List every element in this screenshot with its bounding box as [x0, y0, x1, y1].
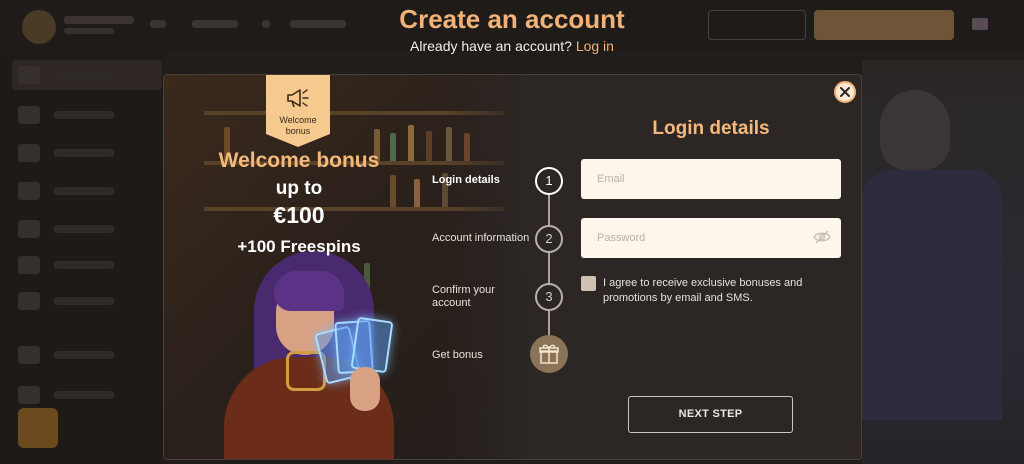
signup-steps: Login details 1 Account information 2 Co… [430, 167, 580, 377]
gift-icon [539, 344, 559, 364]
banner-figure [862, 170, 1002, 420]
step-label-1: Login details [432, 174, 500, 186]
login-link[interactable]: Log in [576, 38, 614, 54]
login-prompt: Already have an account? Log in [0, 38, 1024, 54]
email-field[interactable]: Email [581, 159, 841, 199]
sidebar-item [18, 182, 128, 200]
sidebar-item [18, 106, 128, 124]
playing-card [350, 316, 394, 374]
step-number-2: 2 [535, 225, 563, 253]
consent-checkbox[interactable] [581, 276, 596, 291]
banner-figure-head [880, 90, 950, 170]
character-hand [350, 367, 380, 411]
step-number-1: 1 [535, 167, 563, 195]
bonus-amount: €100 [273, 202, 325, 228]
step-label-2: Account information [432, 232, 530, 244]
ribbon-label: Welcome bonus [279, 115, 317, 136]
sidebar-item [18, 346, 128, 364]
step-label-4: Get bonus [432, 349, 483, 361]
step-number-3: 3 [535, 283, 563, 311]
bottle [408, 125, 414, 161]
sidebar-item [18, 386, 128, 404]
bonus-up-to: up to [275, 178, 323, 199]
sidebar-item [18, 144, 128, 162]
form-title: Login details [652, 118, 770, 139]
password-field[interactable]: Password [581, 218, 841, 258]
password-placeholder: Password [597, 232, 646, 244]
bottle [426, 131, 432, 161]
bottle [414, 179, 420, 207]
steps-connector [548, 181, 550, 353]
game-thumbnail [18, 408, 58, 448]
sidebar-item [18, 66, 128, 84]
close-icon [840, 87, 850, 97]
signup-modal: Welcome bonus Welcome bonus up to €100 +… [163, 74, 862, 460]
close-button[interactable] [834, 81, 856, 103]
eye-off-icon[interactable] [813, 230, 831, 244]
megaphone-icon [287, 89, 309, 108]
bonus-freespins: +100 Freespins [237, 237, 361, 256]
bonus-title: Welcome bonus [218, 149, 380, 172]
step-label-3: Confirm your account [432, 284, 495, 309]
consent-text: I agree to receive exclusive bonuses and… [603, 277, 803, 304]
page-title: Create an account [399, 4, 625, 34]
next-step-button[interactable]: NEXT STEP [628, 396, 793, 433]
login-prompt-text: Already have an account? [410, 38, 572, 54]
welcome-bonus-ribbon: Welcome bonus [266, 75, 330, 147]
sidebar-item [18, 256, 128, 274]
step-gift [530, 335, 568, 373]
character-fringe [274, 271, 344, 311]
email-placeholder: Email [597, 173, 625, 185]
sidebar-item [18, 220, 128, 238]
sidebar-item [18, 292, 128, 310]
